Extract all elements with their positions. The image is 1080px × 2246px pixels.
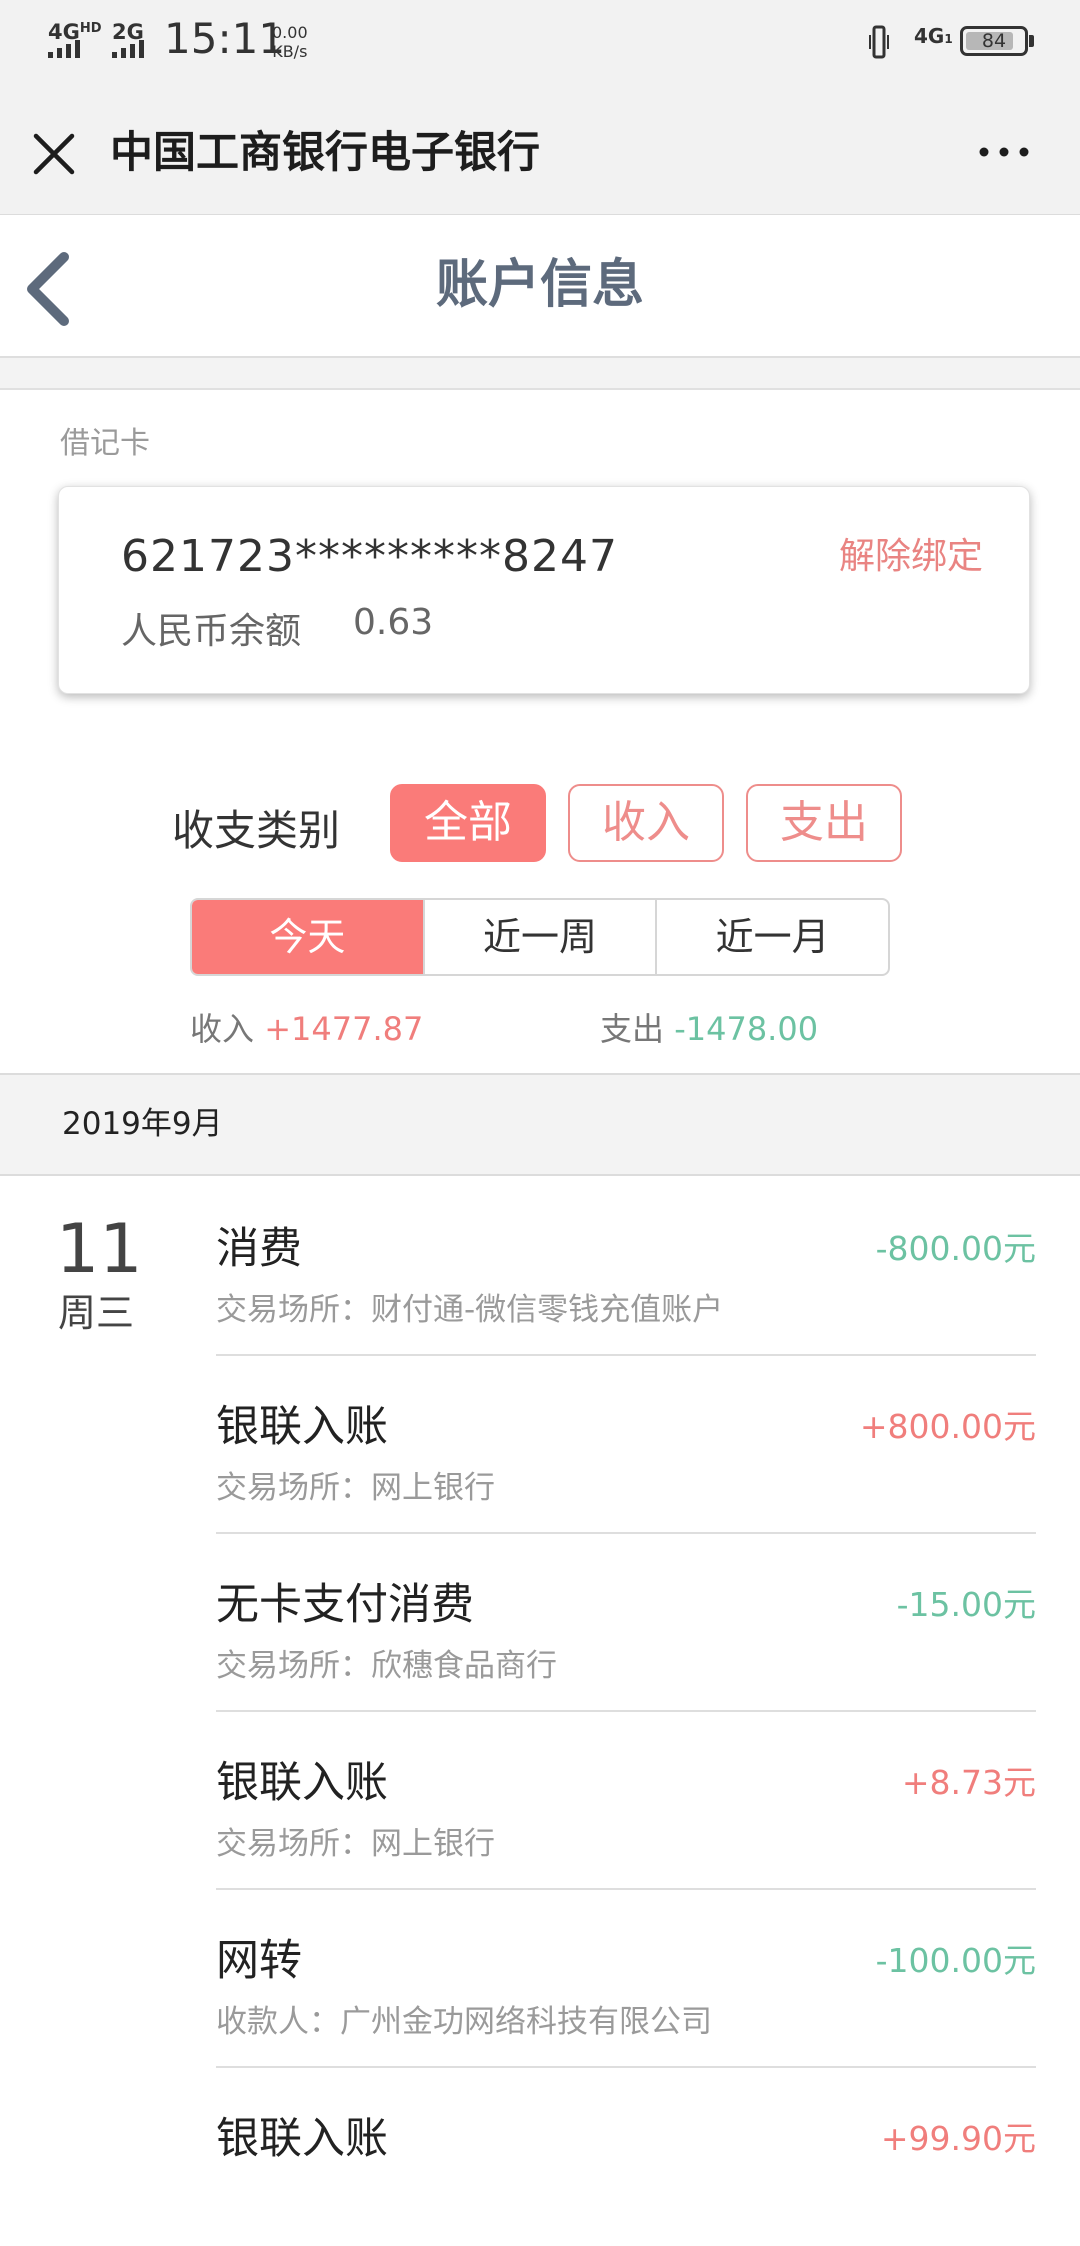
card-number: 621723*********8247 [121,531,618,582]
transaction-amount: -800.00元 [875,1229,1036,1268]
transaction-row[interactable]: 银联入账 交易场所：网上银行 +800.00元 [216,1356,1036,1534]
transaction-title: 银联入账 [216,2114,388,2164]
vibrate-icon [869,25,889,59]
transaction-row[interactable]: 网转 收款人：广州金功网络科技有限公司 -100.00元 [216,1890,1036,2068]
battery-icon: 84 [960,26,1028,56]
filter-label: 收支类别 [172,806,341,855]
transaction-amount: +99.90元 [880,2119,1036,2158]
speed-value: 0.00 [272,23,308,42]
signal-icon [48,40,80,58]
app-title: 中国工商银行电子银行 [110,128,540,178]
transaction-title: 银联入账 [216,1758,388,1808]
transaction-row[interactable]: 银联入账 +99.90元 [216,2068,1036,2246]
battery-level: 84 [981,30,1007,52]
income-summary-label: 收入 [190,1010,255,1048]
transaction-detail: 收款人：广州金功网络科技有限公司 [216,2004,712,2040]
bank-card: 621723*********8247 人民币余额 0.63 解除绑定 [58,486,1030,694]
transaction-title: 消费 [216,1224,302,1274]
network-speed: 0.00 KB/s [272,23,308,61]
network-hd-label: HD [79,21,102,36]
page-title: 账户信息 [435,255,644,315]
status-bar: 4GHD 2G 15:11 0.00 KB/s 4G1 84 [0,0,1080,90]
month-header: 2019年9月 [0,1073,1080,1176]
balance-value: 0.63 [353,602,434,643]
transaction-amount: -15.00元 [896,1585,1036,1624]
period-month-tab[interactable]: 近一月 [655,900,888,974]
day-weekday: 周三 [58,1291,135,1335]
status-time: 15:11 [164,14,286,63]
card-type-label: 借记卡 [60,426,150,461]
income-summary: 收入 +1477.87 [190,1004,423,1050]
transaction-title: 无卡支付消费 [216,1580,474,1630]
filter-expense-button[interactable]: 支出 [746,784,902,862]
unbind-button[interactable]: 解除绑定 [839,527,983,579]
transaction-detail: 交易场所：网上银行 [216,1470,495,1506]
page-header: 账户信息 [0,215,1080,358]
transaction-detail: 交易场所：财付通-微信零钱充值账户 [216,1292,724,1328]
transaction-row[interactable]: 无卡支付消费 交易场所：欣穗食品商行 -15.00元 [216,1534,1036,1712]
month-label: 2019年9月 [62,1106,223,1142]
expense-summary: 支出 -1478.00 [600,1004,818,1050]
transaction-row[interactable]: 消费 交易场所：财付通-微信零钱充值账户 -800.00元 [216,1178,1036,1356]
period-selector: 今天 近一周 近一月 [190,898,890,976]
expense-summary-value: -1478.00 [674,1010,819,1048]
transaction-amount: +8.73元 [901,1763,1036,1802]
network-4g-label: 4G1 [914,24,953,48]
income-summary-value: +1477.87 [264,1010,424,1048]
period-week-tab[interactable]: 近一周 [422,900,656,974]
balance-label: 人民币余额 [121,611,302,652]
section-divider [0,358,1080,390]
network-4g-text: 4G [914,24,945,48]
speed-unit: KB/s [272,42,308,61]
period-today-tab[interactable]: 今天 [192,900,423,974]
sim-index: 1 [944,32,953,46]
transaction-detail: 交易场所：欣穗食品商行 [216,1648,557,1684]
close-icon[interactable] [28,128,80,180]
webview-titlebar: 中国工商银行电子银行 [0,90,1080,215]
filter-income-button[interactable]: 收入 [568,784,724,862]
battery-tip [1029,35,1034,47]
transaction-detail: 交易场所：网上银行 [216,1826,495,1862]
signal-icon-2 [112,40,144,58]
transaction-title: 网转 [216,1936,302,1986]
more-icon[interactable] [976,142,1032,162]
filter-all-button[interactable]: 全部 [390,784,546,862]
transaction-row[interactable]: 银联入账 交易场所：网上银行 +8.73元 [216,1712,1036,1890]
transaction-amount: -100.00元 [875,1941,1036,1980]
expense-summary-label: 支出 [600,1010,665,1048]
transaction-amount: +800.00元 [859,1407,1036,1446]
day-date: 11 [56,1210,143,1289]
chevron-left-icon[interactable] [18,249,78,329]
transaction-title: 银联入账 [216,1402,388,1452]
